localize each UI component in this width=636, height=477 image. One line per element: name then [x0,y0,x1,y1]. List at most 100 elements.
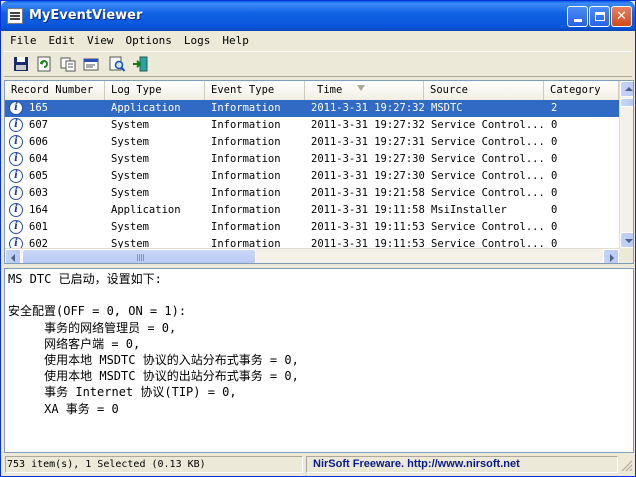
copy-icon[interactable] [59,55,77,73]
cell-event-type: Information [211,187,281,199]
scroll-down-button[interactable] [620,232,633,248]
refresh-icon[interactable] [35,55,53,73]
cell-source: Service Control... [431,238,545,248]
menu-logs[interactable]: Logs [178,31,217,50]
table-row[interactable]: i 602 System Information 2011-3-31 19:11:53 S… [5,236,619,248]
vertical-scrollbar[interactable] [619,81,633,248]
event-details[interactable]: MS DTC 已启动，设置如下: 安全配置(OFF = 0, ON = 1): … [4,268,634,453]
menu-bar: File Edit View Options Logs Help [4,31,632,50]
resize-grip-icon[interactable] [620,459,632,471]
horizontal-scroll-thumb[interactable] [22,249,256,263]
table-row[interactable]: i 606 System Information 2011-3-31 19:27:31 S… [5,134,619,151]
menu-file[interactable]: File [4,31,43,50]
column-event-type[interactable]: Event Type [205,81,305,100]
exit-icon[interactable] [131,55,149,73]
cell-event-type: Information [211,170,281,182]
table-row[interactable]: i 164 Application Information 2011-3-31 19:1… [5,202,619,219]
cell-source: MsiInstaller [431,204,507,216]
cell-time: 2011-3-31 19:27:30 [311,153,425,165]
information-icon: i [9,135,23,149]
arrow-right-icon [610,254,614,262]
cell-record: 604 [29,153,48,165]
cell-log-type: System [111,136,149,148]
information-icon: i [9,169,23,183]
cell-event-type: Information [211,204,281,216]
scroll-up-button[interactable] [620,81,633,97]
find-icon[interactable] [108,55,126,73]
cell-source: MSDTC [431,102,463,114]
cell-log-type: Application [111,204,181,216]
menu-options[interactable]: Options [120,31,178,50]
horizontal-scrollbar[interactable] [5,248,619,263]
cell-category: 0 [551,204,558,216]
cell-event-type: Information [211,119,281,131]
table-row[interactable]: i 601 System Information 2011-3-31 19:11:53 S… [5,219,619,236]
maximize-button[interactable] [589,6,610,27]
cell-source: Service Control... [431,221,545,233]
status-bar: 753 item(s), 1 Selected (0.13 KB) NirSof… [4,454,634,475]
cell-category: 0 [551,119,558,131]
menu-view[interactable]: View [81,31,120,50]
cell-category: 0 [551,170,558,182]
vertical-scroll-thumb[interactable] [620,98,633,107]
toolbar [4,51,632,77]
column-record-number[interactable]: Record Number [5,81,105,100]
scroll-right-button[interactable] [603,249,619,263]
table-row[interactable]: i 603 System Information 2011-3-31 19:21:58 S… [5,185,619,202]
cell-time: 2011-3-31 19:27:32 [311,102,425,114]
cell-time: 2011-3-31 19:11:53 [311,221,425,233]
cell-event-type: Information [211,153,281,165]
list-header: Record Number Log Type Event Type Time S… [5,81,619,100]
column-source[interactable]: Source [424,81,544,100]
table-row[interactable]: i 165 Application Information 2011-3-31 19:2… [5,100,619,117]
grip-icon [137,254,145,261]
information-icon: i [9,101,23,115]
minimize-icon [573,19,582,22]
status-item-count: 753 item(s), 1 Selected (0.13 KB) [5,456,303,473]
menu-help[interactable]: Help [216,31,255,50]
properties-icon[interactable] [82,55,100,73]
cell-time: 2011-3-31 19:11:58 [311,204,425,216]
cell-log-type: System [111,238,149,248]
cell-record: 607 [29,119,48,131]
status-credit-link[interactable]: NirSoft Freeware. http://www.nirsoft.net [306,456,618,473]
cell-time: 2011-3-31 19:27:32 [311,119,425,131]
information-icon: i [9,237,23,248]
sort-descending-icon [357,85,365,91]
save-icon[interactable] [12,55,30,73]
app-icon [7,8,23,24]
information-icon: i [9,152,23,166]
table-row[interactable]: i 607 System Information 2011-3-31 19:27:32 S… [5,117,619,134]
main-window: MyEventViewer ✕ File Edit View Options Logs H… [0,0,636,477]
information-icon: i [9,186,23,200]
table-row[interactable]: i 604 System Information 2011-3-31 19:27:30 S… [5,151,619,168]
cell-time: 2011-3-31 19:27:30 [311,170,425,182]
column-log-type[interactable]: Log Type [105,81,205,100]
column-category[interactable]: Category [544,81,619,100]
arrow-down-icon [625,239,633,243]
cell-record: 601 [29,221,48,233]
cell-source: Service Control... [431,170,545,182]
column-time[interactable]: Time [305,81,424,100]
window-title: MyEventViewer [29,8,143,23]
cell-log-type: System [111,119,149,131]
cell-source: Service Control... [431,153,545,165]
cell-event-type: Information [211,136,281,148]
cell-category: 0 [551,136,558,148]
cell-category: 2 [551,102,558,114]
menu-edit[interactable]: Edit [43,31,82,50]
cell-record: 605 [29,170,48,182]
arrow-left-icon [11,254,15,262]
close-button[interactable]: ✕ [611,6,632,27]
title-bar[interactable]: MyEventViewer ✕ [1,1,635,31]
scroll-left-button[interactable] [5,249,21,263]
cell-source: Service Control... [431,187,545,199]
table-row[interactable]: i 605 System Information 2011-3-31 19:27:30 S… [5,168,619,185]
cell-source: Service Control... [431,119,545,131]
event-list[interactable]: Record Number Log Type Event Type Time S… [4,80,634,264]
scrollbar-corner [619,248,633,263]
cell-category: 0 [551,153,558,165]
minimize-button[interactable] [567,6,588,27]
information-icon: i [9,203,23,217]
cell-record: 165 [29,102,48,114]
